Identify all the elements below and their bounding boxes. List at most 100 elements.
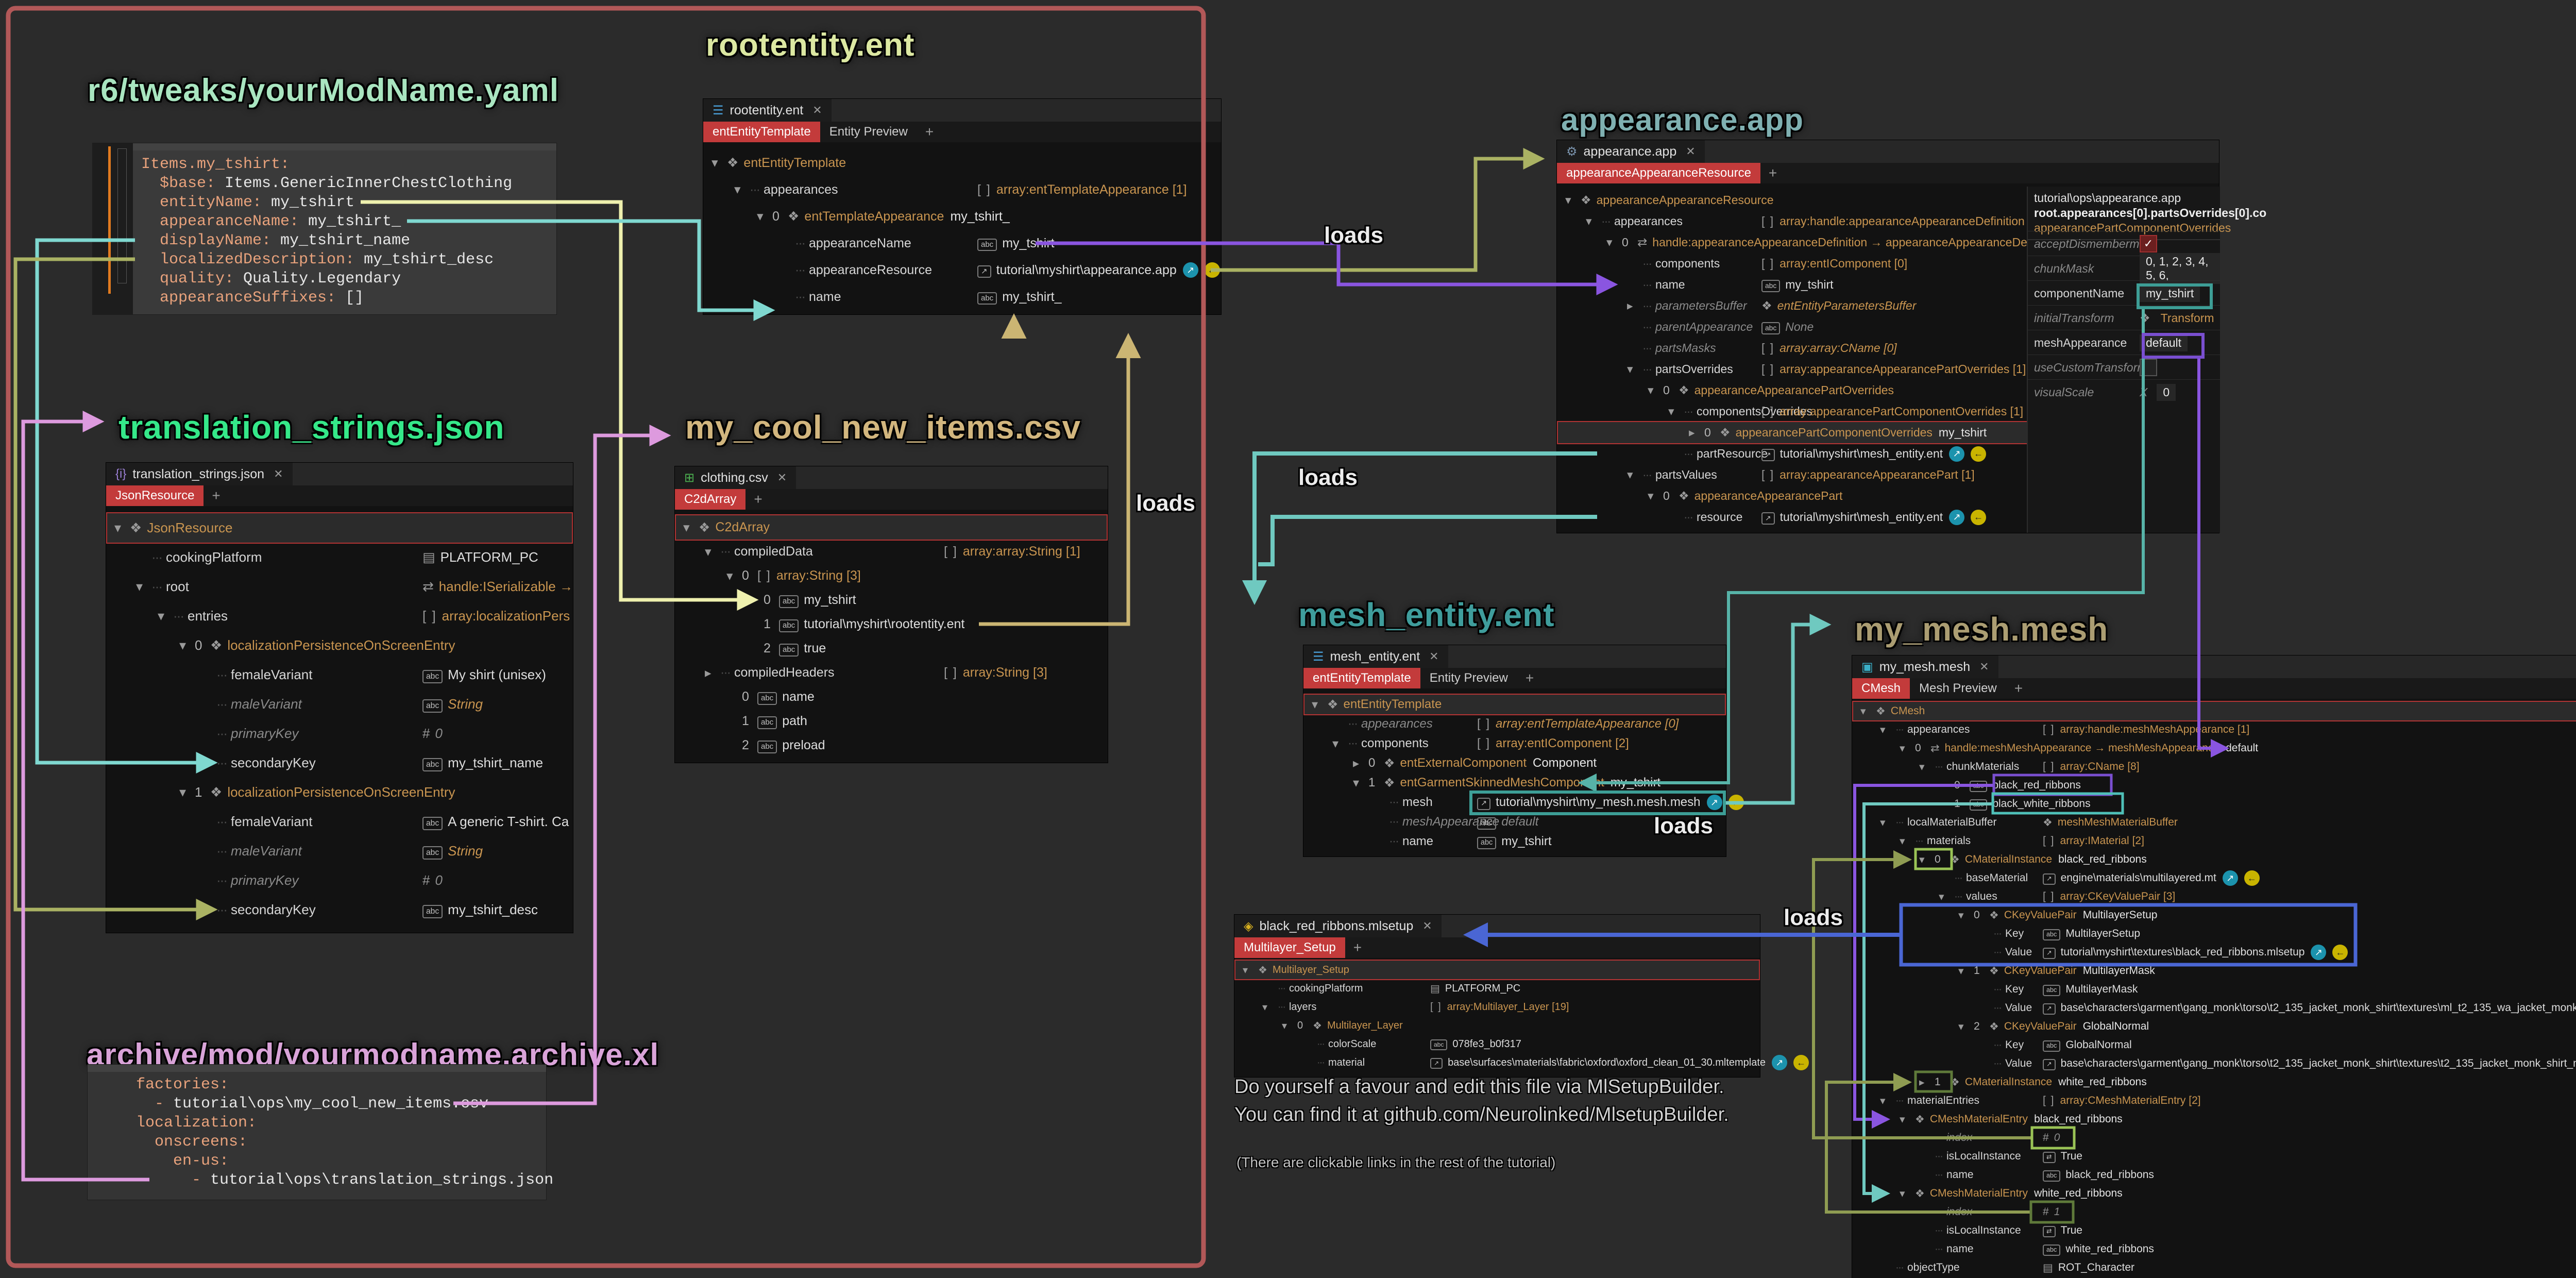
tree-row-cookingPlatform[interactable]: ···cookingPlatform▤PLATFORM_PC	[1235, 979, 1759, 998]
tree-row-mesh[interactable]: ···mesh↗tutorial\myshirt\my_mesh.mesh.me…	[1304, 793, 1725, 812]
chevron-down-icon[interactable]: ▾	[1958, 1020, 1974, 1033]
chevron-right-icon[interactable]: ▸	[1689, 426, 1704, 440]
tree-row-baseMaterial[interactable]: ···baseMaterial↗engine\materials\multila…	[1853, 869, 2576, 887]
chevron-right-icon[interactable]: ▸	[705, 665, 720, 681]
tree-row-chunkMaterials[interactable]: ▾···chunkMaterials[ ]array:CName [8]	[1853, 758, 2576, 776]
subtab-appearanceAppearanceResource[interactable]: appearanceAppearanceResource	[1557, 163, 1760, 183]
subtab-Multilayer_Setup[interactable]: Multilayer_Setup	[1234, 937, 1345, 958]
chevron-down-icon[interactable]: ▾	[1880, 816, 1895, 829]
chevron-down-icon[interactable]: ▾	[1919, 761, 1935, 773]
chevron-down-icon[interactable]: ▾	[1627, 468, 1642, 482]
chevron-down-icon[interactable]: ▾	[757, 209, 772, 224]
subtab-entEntityTemplate[interactable]: entEntityTemplate	[703, 122, 820, 142]
tree-row-values[interactable]: ▾···values[ ]array:CKeyValuePair [3]	[1853, 887, 2576, 906]
tree-row-material[interactable]: ···material↗base\surfaces\materials\fabr…	[1235, 1053, 1759, 1072]
file-tab-csv[interactable]: ⊞clothing.csv✕	[675, 466, 796, 489]
tree-row-Value[interactable]: ···Value↗base\characters\garment\gang_mo…	[1853, 1054, 2576, 1073]
tree-row-Key[interactable]: ···KeyabcMultilayerMask	[1853, 980, 2576, 999]
chevron-down-icon[interactable]: ▾	[1262, 1001, 1278, 1014]
prop-value[interactable]: default	[2140, 334, 2188, 351]
open-file-icon[interactable]: ↗	[2311, 945, 2326, 960]
chevron-right-icon[interactable]: ▸	[1627, 299, 1642, 313]
prop-value[interactable]: 0	[2157, 384, 2176, 401]
chevron-down-icon[interactable]: ▾	[1919, 853, 1935, 866]
tree-row-appearances[interactable]: ▾···appearances[ ]array:handle:meshMeshA…	[1853, 720, 2576, 739]
tree-row-entTemplateAppearance[interactable]: ▾0❖entTemplateAppearancemy_tshirt_	[704, 203, 1220, 230]
tree-row-Multilayer_Layer[interactable]: ▾0❖Multilayer_Layer	[1235, 1016, 1759, 1035]
add-tab-button[interactable]: +	[1345, 937, 1370, 958]
open-file-icon[interactable]: ↗	[1772, 1055, 1787, 1070]
file-tab-my_mesh[interactable]: ▣my_mesh.mesh✕	[1852, 655, 1998, 678]
chevron-down-icon[interactable]: ▾	[1565, 193, 1581, 207]
file-tab-mesh_entity[interactable]: ☰mesh_entity.ent✕	[1303, 645, 1448, 668]
chevron-down-icon[interactable]: ▾	[1958, 909, 1974, 922]
add-tab-button[interactable]: +	[917, 122, 942, 142]
tree-row-cookingPlatform[interactable]: ···cookingPlatform▤PLATFORM_PC	[107, 543, 572, 572]
chevron-down-icon[interactable]: ▾	[1668, 405, 1684, 418]
chevron-down-icon[interactable]: ▾	[1900, 1187, 1915, 1200]
prop-row-meshAppearance[interactable]: meshAppearancedefault	[2028, 330, 2220, 355]
back-reference-icon[interactable]: ←	[1205, 262, 1220, 278]
tree-row-compiledHeaders[interactable]: ▸···compiledHeaders[ ]array:String [3]	[676, 661, 1107, 685]
file-tab-rootentity[interactable]: ☰rootentity.ent✕	[703, 99, 832, 122]
subtab-CMesh[interactable]: CMesh	[1852, 678, 1910, 699]
add-tab-button[interactable]: +	[1760, 163, 1785, 183]
close-icon[interactable]: ✕	[274, 467, 283, 481]
subtab-C2dArray[interactable]: C2dArray	[675, 489, 745, 510]
chevron-right-icon[interactable]: ▸	[1353, 756, 1368, 771]
tree-row-true[interactable]: 2abctrue	[676, 636, 1107, 661]
tree-row-Multilayer_Setup[interactable]: ▾❖Multilayer_Setup	[1235, 961, 1759, 979]
archive-code-panel[interactable]: factories: - tutorial\ops\my_cool_new_it…	[88, 1065, 546, 1200]
close-icon[interactable]: ✕	[1429, 650, 1438, 663]
tree-row-secondaryKey[interactable]: ···secondaryKeyabcmy_tshirt_name	[107, 748, 572, 778]
tree-row-localizationPersistenceOnScreenEntry[interactable]: ▾1❖localizationPersistenceOnScreenEntry	[107, 778, 572, 807]
back-reference-icon[interactable]: ←	[1728, 795, 1744, 810]
tree-row-isLocalInstance[interactable]: ···isLocalInstance⇄True	[1853, 1221, 2576, 1240]
back-reference-icon[interactable]: ←	[1971, 446, 1986, 462]
tree-row-appearanceName[interactable]: ···appearanceNameabcmy_tshirt	[704, 230, 1220, 257]
tree-row-index[interactable]: ···index#0	[1853, 1129, 2576, 1147]
tree-row-array:String [3][interactable]: ▾0[ ]array:String [3]	[676, 564, 1107, 588]
back-reference-icon[interactable]: ←	[1971, 510, 1986, 525]
tree-row-name[interactable]: ···nameabcmy_tshirt_	[704, 283, 1220, 310]
unchecked-checkbox[interactable]: ✓	[2140, 359, 2157, 376]
subtab-Entity Preview[interactable]: Entity Preview	[820, 122, 917, 142]
tree-row-appearanceResource[interactable]: ···appearanceResource↗tutorial\myshirt\a…	[704, 257, 1220, 283]
tree-row-localMaterialBuffer[interactable]: ▾···localMaterialBuffer❖meshMeshMaterial…	[1853, 813, 2576, 832]
close-icon[interactable]: ✕	[812, 104, 822, 117]
tree-row-primaryKey[interactable]: ···primaryKey#0	[107, 719, 572, 748]
chevron-down-icon[interactable]: ▾	[1586, 214, 1601, 228]
tree-row-femaleVariant[interactable]: ···femaleVariantabcA generic T-shirt. Ca	[107, 807, 572, 836]
yaml-code-panel[interactable]: Items.my_tshirt: $base: Items.GenericInn…	[93, 143, 556, 314]
tree-row-CMeshMaterialEntry[interactable]: ▾❖CMeshMaterialEntrywhite_red_ribbons	[1853, 1184, 2576, 1203]
tree-row-root[interactable]: ▾···root⇄handle:ISerializable →	[107, 572, 572, 601]
tree-row-name[interactable]: ···nameabcblack_red_ribbons	[1853, 1166, 2576, 1184]
subtab-JsonResource[interactable]: JsonResource	[106, 485, 204, 506]
subtab-entEntityTemplate[interactable]: entEntityTemplate	[1303, 668, 1420, 688]
tree-row-Key[interactable]: ···KeyabcMultilayerSetup	[1853, 924, 2576, 943]
prop-row-acceptDismemberment[interactable]: acceptDismemberment✓	[2028, 231, 2220, 256]
chevron-down-icon[interactable]: ▾	[1880, 724, 1895, 736]
tree-row-Key[interactable]: ···KeyabcGlobalNormal	[1853, 1036, 2576, 1054]
chevron-down-icon[interactable]: ▾	[683, 520, 699, 535]
chevron-down-icon[interactable]: ▾	[136, 579, 151, 595]
add-tab-button[interactable]: +	[2006, 678, 2031, 699]
chevron-down-icon[interactable]: ▾	[1880, 1095, 1895, 1107]
add-tab-button[interactable]: +	[204, 485, 228, 506]
tree-row-materials[interactable]: ▾···materials[ ]array:IMaterial [2]	[1853, 832, 2576, 850]
tree-row-entGarmentSkinnedMeshComponent[interactable]: ▾1❖entGarmentSkinnedMeshComponentmy_tshi…	[1304, 773, 1725, 793]
chevron-down-icon[interactable]: ▾	[1627, 362, 1642, 376]
tree-row-primaryKey[interactable]: ···primaryKey#0	[107, 866, 572, 895]
tree-row-maleVariant[interactable]: ···maleVariantabcString	[107, 836, 572, 866]
open-file-icon[interactable]: ↗	[1949, 446, 1964, 462]
tree-row-my_tshirt[interactable]: 0abcmy_tshirt	[676, 588, 1107, 612]
tree-row-localizationPersistenceOnScreenEntry[interactable]: ▾0❖localizationPersistenceOnScreenEntry	[107, 631, 572, 660]
back-reference-icon[interactable]: ←	[2244, 870, 2260, 886]
chevron-down-icon[interactable]: ▾	[1648, 383, 1663, 397]
tree-row-index[interactable]: ···index#1	[1853, 1203, 2576, 1221]
tree-row-CKeyValuePair[interactable]: ▾1❖CKeyValuePairMultilayerMask	[1853, 962, 2576, 980]
tree-row-maleVariant[interactable]: ···maleVariantabcString	[107, 690, 572, 719]
tree-row-femaleVariant[interactable]: ···femaleVariantabcMy shirt (unisex)	[107, 660, 572, 690]
close-icon[interactable]: ✕	[1686, 145, 1695, 158]
tree-row-CMesh[interactable]: ▾❖CMesh	[1853, 702, 2576, 720]
